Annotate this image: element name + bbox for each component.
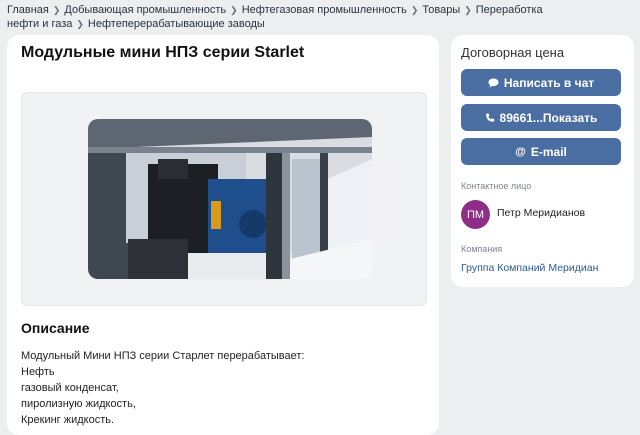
chat-bubble-icon: [488, 78, 499, 88]
chevron-right-icon: ❯: [230, 5, 238, 15]
company-label: Компания: [461, 244, 503, 254]
description-line: пиролизную жидкость,: [21, 398, 136, 410]
chat-button[interactable]: Написать в чат: [461, 69, 621, 96]
description-line: Модульный Мини НПЗ серии Старлет перераб…: [21, 350, 305, 362]
breadcrumb-mining[interactable]: Добывающая промышленность: [64, 4, 226, 16]
breadcrumb-goods[interactable]: Товары: [422, 4, 460, 16]
at-icon: @: [515, 145, 526, 158]
product-card: Модульные мини НПЗ серии Starlet Описани…: [7, 35, 439, 435]
description-line: Нефть: [21, 366, 55, 378]
show-phone-button[interactable]: 89661...Показать: [461, 104, 621, 131]
price-label: Договорная цена: [461, 45, 565, 60]
contact-name[interactable]: Петр Меридианов: [497, 207, 585, 219]
company-link[interactable]: Группа Компаний Меридиан: [461, 262, 598, 274]
description-line: газовый конденсат,: [21, 382, 119, 394]
chat-button-label: Написать в чат: [503, 75, 595, 90]
breadcrumb: Главная ❯ Добывающая промышленность ❯ Нефтег…: [7, 3, 567, 31]
contact-label: Контактное лицо: [461, 181, 532, 191]
description-heading: Описание: [21, 320, 90, 336]
seller-card: Договорная цена Написать в чат 89661...П…: [451, 35, 634, 287]
chevron-right-icon: ❯: [410, 5, 419, 15]
avatar: ПМ: [461, 200, 490, 229]
breadcrumb-home[interactable]: Главная: [7, 4, 49, 16]
chevron-right-icon: ❯: [464, 5, 472, 15]
page-title: Модульные мини НПЗ серии Starlet: [21, 44, 305, 61]
email-button-label: E-mail: [530, 144, 567, 159]
email-button[interactable]: @ E-mail: [461, 138, 621, 165]
phone-icon: [485, 113, 495, 123]
breadcrumb-refineries[interactable]: Нефтеперерабатывающие заводы: [88, 18, 265, 30]
breadcrumb-oil-gas[interactable]: Нефтегазовая промышленность: [242, 4, 407, 16]
phone-button-label: 89661...Показать: [499, 110, 598, 125]
image-gallery: [21, 92, 427, 306]
description-line: Крекинг жидкость.: [21, 414, 115, 426]
description-text: Модульный Мини НПЗ серии Старлет перераб…: [21, 348, 421, 428]
product-photo[interactable]: [88, 119, 372, 279]
chevron-right-icon: ❯: [52, 5, 61, 15]
chevron-right-icon: ❯: [76, 19, 84, 29]
